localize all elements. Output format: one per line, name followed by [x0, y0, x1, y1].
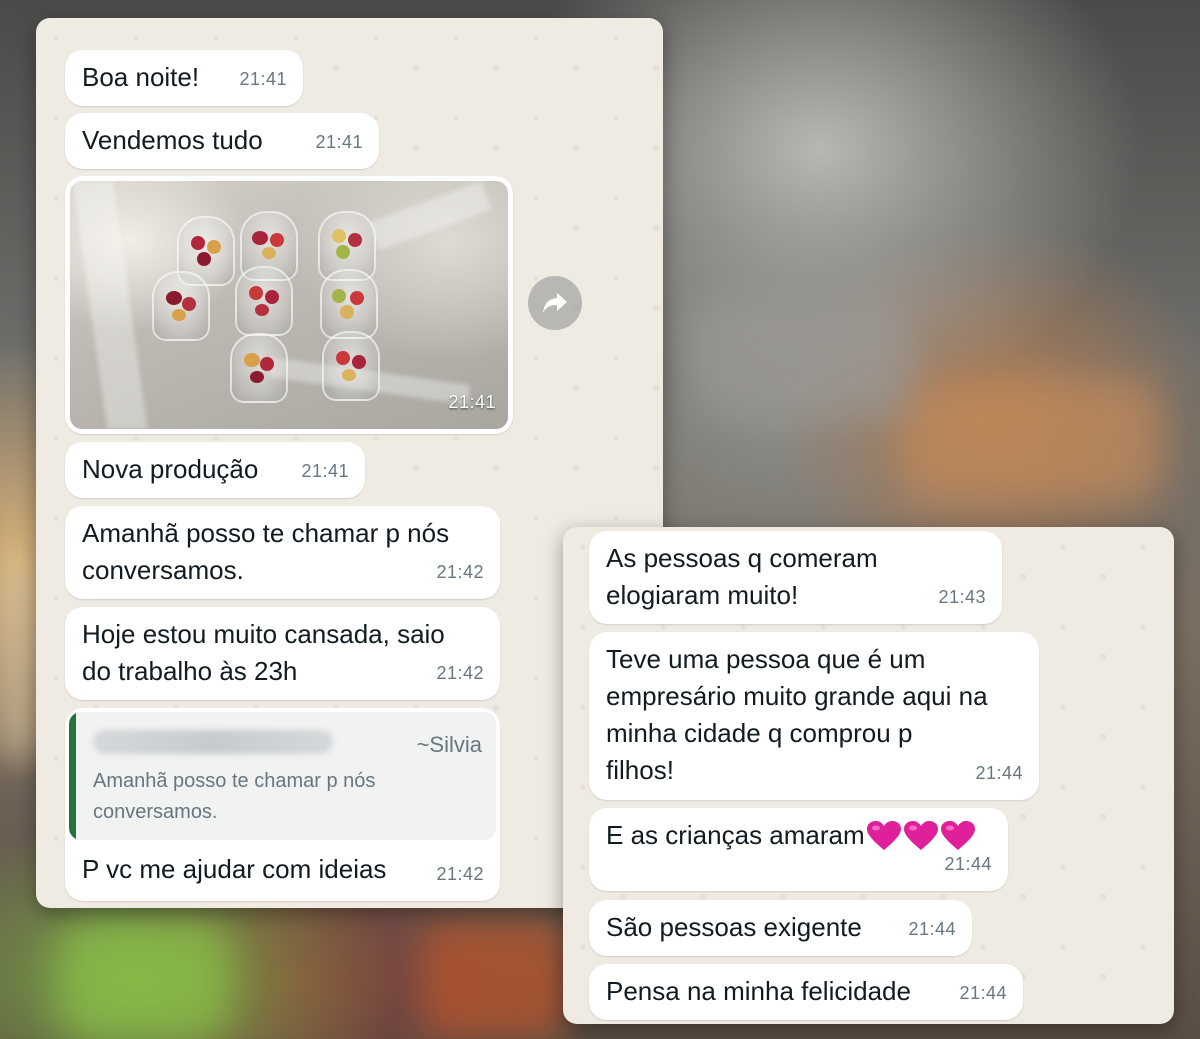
- message-bubble[interactable]: As pessoas q comeram elogiaram muito! 21…: [589, 531, 1002, 624]
- message-time: 21:41: [301, 461, 349, 481]
- message-time: 21:43: [938, 587, 986, 607]
- background-blur: [420, 920, 570, 1039]
- message-bubble[interactable]: Teve uma pessoa que é um empresário muit…: [589, 632, 1039, 800]
- message-text: Hoje estou muito cansada, saio do trabal…: [82, 619, 445, 686]
- message-time: 21:42: [436, 562, 484, 582]
- message-time: 21:44: [959, 983, 1007, 1003]
- fruit-cups-photo[interactable]: 21:41: [70, 181, 508, 429]
- quoted-message[interactable]: ~Silvia Amanhã posso te chamar p nós con…: [69, 712, 496, 840]
- reply-message-bubble[interactable]: ~Silvia Amanhã posso te chamar p nós con…: [65, 708, 500, 901]
- message-bubble[interactable]: Amanhã posso te chamar p nós conversamos…: [65, 506, 500, 599]
- message-bubble[interactable]: E as crianças amaram 21:44: [589, 808, 1008, 891]
- message-time: 21:44: [944, 854, 992, 874]
- fruit-cup: [230, 333, 288, 403]
- message-bubble[interactable]: Boa noite! 21:41: [65, 50, 303, 106]
- message-text: P vc me ajudar com ideias: [82, 854, 387, 884]
- message-text: São pessoas exigente: [606, 912, 862, 942]
- message-text: Amanhã posso te chamar p nós conversamos…: [82, 518, 450, 585]
- message-time: 21:44: [908, 919, 956, 939]
- fruit-cup: [322, 331, 380, 401]
- message-time: 21:42: [436, 663, 484, 683]
- pink-heart-icon: [866, 820, 901, 850]
- pink-heart-icon: [903, 820, 938, 850]
- message-bubble[interactable]: Hoje estou muito cansada, saio do trabal…: [65, 607, 500, 700]
- message-bubble[interactable]: Vendemos tudo 21:41: [65, 113, 379, 169]
- background-blur: [0, 560, 40, 760]
- message-text: Teve uma pessoa que é um empresário muit…: [606, 644, 988, 785]
- redacted-phone: [93, 730, 333, 754]
- message-time: 21:44: [975, 763, 1023, 783]
- image-time: 21:41: [448, 392, 496, 412]
- fruit-cup: [320, 269, 378, 339]
- cloth-fold: [368, 181, 492, 251]
- message-bubble[interactable]: São pessoas exigente 21:44: [589, 900, 972, 956]
- fruit-cup: [235, 266, 293, 336]
- quote-text: Amanhã posso te chamar p nós conversamos…: [93, 770, 376, 823]
- message-bubble[interactable]: Nova produção 21:41: [65, 442, 365, 498]
- message-time: 21:41: [239, 69, 287, 89]
- image-message[interactable]: 21:41: [65, 176, 513, 434]
- forward-icon: [543, 293, 567, 313]
- quote-bar: [69, 712, 76, 840]
- message-text: E as crianças amaram: [606, 820, 865, 850]
- cloth-fold: [72, 181, 148, 429]
- forward-button[interactable]: [528, 276, 582, 330]
- message-text: As pessoas q comeram elogiaram muito!: [606, 543, 878, 610]
- message-text: Pensa na minha felicidade: [606, 976, 911, 1006]
- background-blur: [60, 920, 230, 1039]
- background-blur: [690, 300, 910, 420]
- message-bubble[interactable]: Pensa na minha felicidade 21:44: [589, 964, 1023, 1020]
- quote-author: ~Silvia: [416, 732, 482, 757]
- message-time: 21:42: [436, 864, 484, 884]
- background-blur: [900, 380, 1160, 500]
- fruit-cup: [152, 271, 210, 341]
- message-time: 21:41: [315, 132, 363, 152]
- chat-screenshot-right: As pessoas q comeram elogiaram muito! 21…: [563, 527, 1174, 1024]
